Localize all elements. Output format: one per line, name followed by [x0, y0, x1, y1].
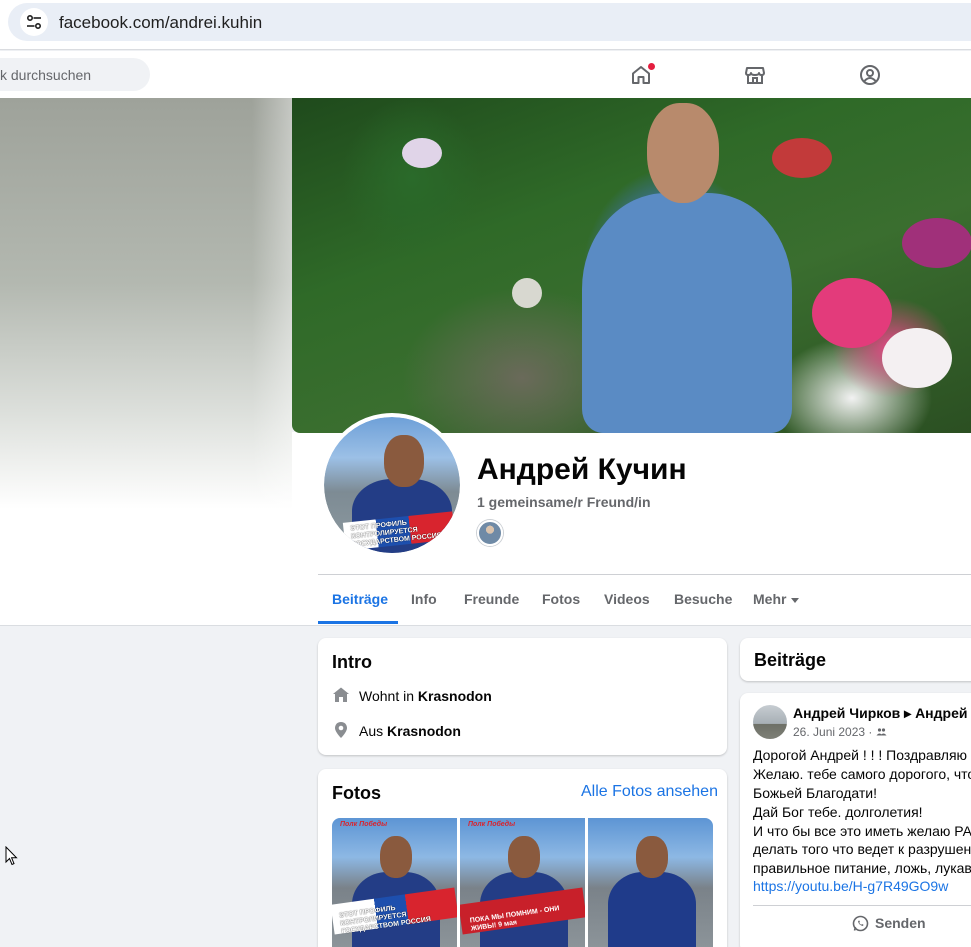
- facebook-top-nav: k durchsuchen: [0, 51, 971, 98]
- post-date[interactable]: 26. Juni 2023 ·: [793, 725, 887, 739]
- avatar-image: ЭТОТ ПРОФИЛЬ КОНТРОЛИРУЕТСЯ ГОСУДАРСТВОМ…: [324, 417, 460, 553]
- post-action-divider: [753, 905, 971, 906]
- tabs-divider: [318, 574, 971, 575]
- header-bottom-border: [0, 625, 971, 626]
- post-text-line: И что бы все это иметь желаю РА: [753, 823, 971, 839]
- post-text-line: Дай Бог тебе. долголетия!: [753, 804, 923, 820]
- post-date-text: 26. Juni 2023 ·: [793, 725, 876, 739]
- browser-toolbar: facebook.com/andrei.kuhin: [0, 0, 971, 50]
- tab-freunde[interactable]: Freunde: [464, 591, 519, 607]
- cover-flower: [882, 328, 952, 388]
- cover-flower: [512, 278, 542, 308]
- photo-thumbnail[interactable]: Полк Победы ЭТОТ ПРОФИЛЬ КОНТРОЛИРУЕТСЯ …: [332, 818, 457, 947]
- profile-name: Андрей Кучин: [477, 453, 687, 486]
- search-input[interactable]: k durchsuchen: [0, 58, 150, 91]
- tab-info[interactable]: Info: [411, 591, 437, 607]
- tab-mehr[interactable]: Mehr: [753, 591, 800, 607]
- tab-mehr-label: Mehr: [753, 591, 787, 607]
- post-author-link[interactable]: Андрей Чирков ▸ Андрей К: [793, 705, 971, 722]
- mutual-friend-avatar[interactable]: [477, 520, 503, 546]
- photo-person-head: [636, 836, 668, 878]
- notification-dot: [648, 63, 655, 70]
- cover-flower: [812, 278, 892, 348]
- address-bar[interactable]: facebook.com/andrei.kuhin: [8, 3, 971, 41]
- tab-videos[interactable]: Videos: [604, 591, 650, 607]
- photo-caption: Полк Победы: [468, 821, 516, 828]
- photo-thumbnail[interactable]: Полк Победы ПОКА МЫ ПОМНИМ - ОНИ ЖИВЫ! 9…: [460, 818, 585, 947]
- tab-besuche[interactable]: Besuche: [674, 591, 732, 607]
- search-placeholder: k durchsuchen: [0, 67, 92, 83]
- see-all-photos-link[interactable]: Alle Fotos ansehen: [581, 783, 718, 801]
- post-youtube-link[interactable]: https://youtu.be/H-g7R49GO9w: [753, 878, 948, 894]
- intro-title: Intro: [332, 652, 372, 672]
- intro-card: Intro Wohnt in Krasnodon Aus Krasnodon: [318, 638, 727, 755]
- send-button-label: Senden: [875, 915, 926, 931]
- photo-person: [608, 872, 696, 947]
- lives-in-city-link[interactable]: Krasnodon: [418, 688, 492, 704]
- blurred-cover-extension: [0, 98, 292, 625]
- photo-thumbnail[interactable]: [588, 818, 713, 947]
- cover-flower: [402, 138, 442, 168]
- home-icon: [332, 686, 350, 704]
- post-text-line: Божьей Благодати!: [753, 785, 878, 801]
- photo-person-head: [508, 836, 540, 878]
- site-settings-icon[interactable]: [20, 8, 48, 36]
- tab-beitraege[interactable]: Beiträge: [332, 591, 388, 607]
- cover-person: [582, 193, 792, 433]
- photo-caption: Полк Победы: [340, 821, 388, 828]
- profile-avatar[interactable]: ЭТОТ ПРОФИЛЬ КОНТРОЛИРУЕТСЯ ГОСУДАРСТВОМ…: [320, 413, 464, 557]
- photos-title: Fotos: [332, 783, 381, 803]
- post-text-line: правильное питание, ложь, лукав: [753, 860, 971, 876]
- friends-audience-icon: [876, 728, 887, 736]
- posts-header-card: Beiträge: [740, 638, 971, 681]
- whatsapp-icon: [852, 915, 869, 932]
- location-pin-icon: [332, 721, 350, 739]
- post-text-line: Дорогой Андрей ! ! ! Поздравляю: [753, 747, 968, 763]
- mouse-cursor-icon: [5, 846, 18, 866]
- avatar-person-head: [384, 435, 424, 487]
- posts-title: Beiträge: [754, 650, 827, 670]
- from-city-link[interactable]: Krasnodon: [387, 723, 461, 739]
- post-author-avatar[interactable]: [753, 705, 787, 739]
- chevron-down-icon: [791, 597, 800, 603]
- groups-icon[interactable]: [858, 63, 882, 87]
- cover-person-head: [647, 103, 719, 203]
- cover-photo[interactable]: [292, 98, 971, 433]
- lives-in-prefix: Wohnt in: [359, 688, 418, 704]
- photo-person-head: [380, 836, 412, 878]
- left-column-background: [0, 625, 318, 947]
- cover-flower: [772, 138, 832, 178]
- active-tab-indicator: [318, 621, 398, 624]
- mutual-friends-link[interactable]: 1 gemeinsame/r Freund/in: [477, 494, 651, 510]
- tab-fotos[interactable]: Fotos: [542, 591, 580, 607]
- url-text[interactable]: facebook.com/andrei.kuhin: [59, 13, 262, 33]
- from-prefix: Aus: [359, 723, 388, 739]
- marketplace-icon[interactable]: [743, 63, 767, 87]
- post-text-line: делать того что ведет к разрушен: [753, 841, 971, 857]
- cover-flower: [902, 218, 971, 268]
- post-text-line: Желаю. тебе самого дорогого, что: [753, 766, 971, 782]
